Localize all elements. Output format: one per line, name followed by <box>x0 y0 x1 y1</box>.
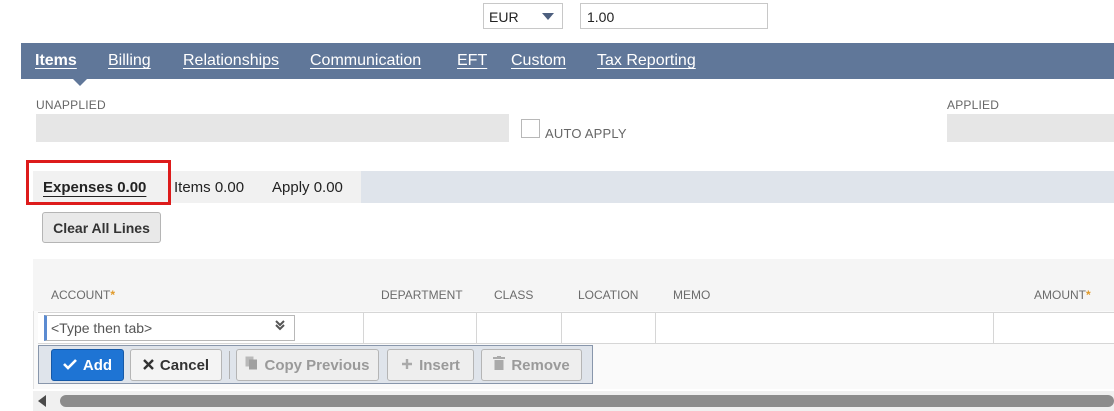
grid-header <box>33 259 1114 311</box>
plus-icon <box>401 357 413 374</box>
clear-all-lines-button[interactable]: Clear All Lines <box>42 212 161 243</box>
tab-relationships[interactable]: Relationships <box>183 52 279 70</box>
account-input[interactable]: <Type then tab> <box>44 315 295 341</box>
insert-button[interactable]: Insert <box>387 349 474 381</box>
auto-apply-checkbox[interactable] <box>521 119 540 138</box>
tab-tax-reporting[interactable]: Tax Reporting <box>597 52 696 70</box>
cell-divider <box>655 312 656 344</box>
column-header-account: ACCOUNT* <box>51 288 116 302</box>
unapplied-label: UNAPPLIED <box>36 98 106 112</box>
unapplied-field <box>36 114 509 142</box>
clear-all-lines-label: Clear All Lines <box>53 219 150 236</box>
currency-value: EUR <box>489 9 519 25</box>
exchange-rate-input[interactable]: 1.00 <box>580 3 768 29</box>
tab-eft[interactable]: EFT <box>457 52 487 70</box>
column-header-location: LOCATION <box>578 288 639 302</box>
applied-label: APPLIED <box>947 98 1000 112</box>
subtab-items[interactable]: Items 0.00 <box>174 179 244 196</box>
main-tab-bar: Items Billing Relationships Communicatio… <box>21 43 1114 86</box>
trash-icon <box>493 356 506 374</box>
cell-divider <box>993 312 994 344</box>
tab-billing[interactable]: Billing <box>108 52 151 70</box>
tab-communication[interactable]: Communication <box>310 52 421 70</box>
auto-apply-label: AUTO APPLY <box>545 126 627 141</box>
tab-items[interactable]: Items <box>35 52 77 70</box>
check-icon <box>62 357 77 374</box>
active-tab-pointer <box>71 77 89 86</box>
scroll-left-arrow-icon[interactable] <box>38 395 46 407</box>
double-chevron-down-icon[interactable] <box>274 319 286 334</box>
cell-divider <box>363 312 364 344</box>
column-header-memo: MEMO <box>673 288 711 302</box>
column-header-amount: AMOUNT* <box>1034 288 1091 302</box>
button-divider <box>229 351 230 379</box>
currency-select[interactable]: EUR <box>483 3 563 29</box>
copy-previous-label: Copy Previous <box>264 356 370 374</box>
cell-divider <box>561 312 562 344</box>
remove-button[interactable]: Remove <box>481 349 582 381</box>
cancel-button[interactable]: Cancel <box>130 349 222 381</box>
highlight-box <box>26 160 171 205</box>
applied-field <box>947 114 1114 142</box>
cell-divider <box>476 312 477 344</box>
scrollbar-thumb[interactable] <box>60 395 1114 407</box>
close-icon <box>143 357 154 374</box>
column-header-department: DEPARTMENT <box>381 288 463 302</box>
remove-label: Remove <box>511 356 570 374</box>
dropdown-caret-icon <box>542 13 554 20</box>
copy-icon <box>245 356 258 374</box>
subtab-apply[interactable]: Apply 0.00 <box>272 179 343 196</box>
required-mark: * <box>1086 288 1091 302</box>
account-placeholder: <Type then tab> <box>51 320 153 336</box>
column-header-class: CLASS <box>494 288 534 302</box>
tab-custom[interactable]: Custom <box>511 52 566 70</box>
required-mark: * <box>110 288 116 302</box>
insert-label: Insert <box>419 356 460 374</box>
copy-previous-button[interactable]: Copy Previous <box>236 349 379 381</box>
cancel-label: Cancel <box>159 356 210 374</box>
add-button[interactable]: Add <box>51 349 124 381</box>
add-label: Add <box>82 356 113 374</box>
